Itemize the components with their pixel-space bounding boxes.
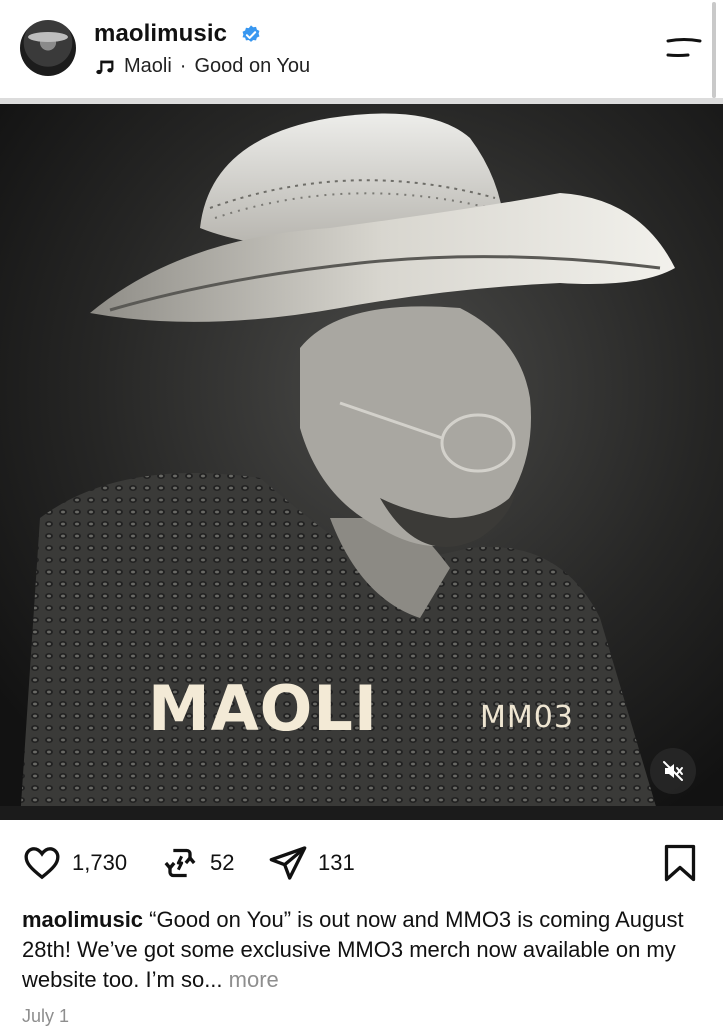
audio-artist: Maoli	[124, 55, 172, 77]
like-count: 1,730	[72, 850, 128, 875]
repost-action[interactable]: 52	[160, 843, 234, 883]
mute-button[interactable]	[650, 748, 696, 794]
like-action[interactable]: 1,730	[22, 843, 127, 883]
share-icon[interactable]	[268, 843, 308, 883]
caption-more-link[interactable]: more	[229, 967, 279, 992]
audio-track[interactable]: Maoli · Good on You	[94, 55, 310, 78]
bookmark-icon[interactable]	[662, 843, 698, 883]
post-date: July 1	[22, 1006, 70, 1026]
album-title: MAOLI	[148, 672, 378, 745]
audio-title: Good on You	[194, 55, 311, 77]
post-header: maolimusic Maoli · Good on You	[0, 0, 723, 98]
heart-icon[interactable]	[22, 843, 62, 883]
verified-icon	[242, 25, 260, 42]
post-media[interactable]: MAOLI MM03	[0, 98, 723, 820]
action-bar: 1,730 52 131	[0, 835, 723, 891]
username[interactable]: maolimusic	[94, 20, 227, 48]
menu-icon[interactable]	[664, 36, 702, 60]
album-subtitle: MM03	[480, 700, 574, 735]
share-action[interactable]: 131	[268, 843, 355, 883]
scrollbar[interactable]	[712, 2, 716, 98]
music-note-icon	[96, 60, 114, 74]
audio-separator: ·	[179, 55, 187, 77]
avatar[interactable]	[20, 20, 76, 76]
post-caption: maolimusic “Good on You” is out now and …	[22, 905, 702, 995]
mute-icon	[663, 761, 683, 781]
repost-icon[interactable]	[160, 843, 200, 883]
caption-username[interactable]: maolimusic	[22, 907, 143, 932]
share-count: 131	[318, 850, 355, 875]
repost-count: 52	[210, 850, 235, 875]
